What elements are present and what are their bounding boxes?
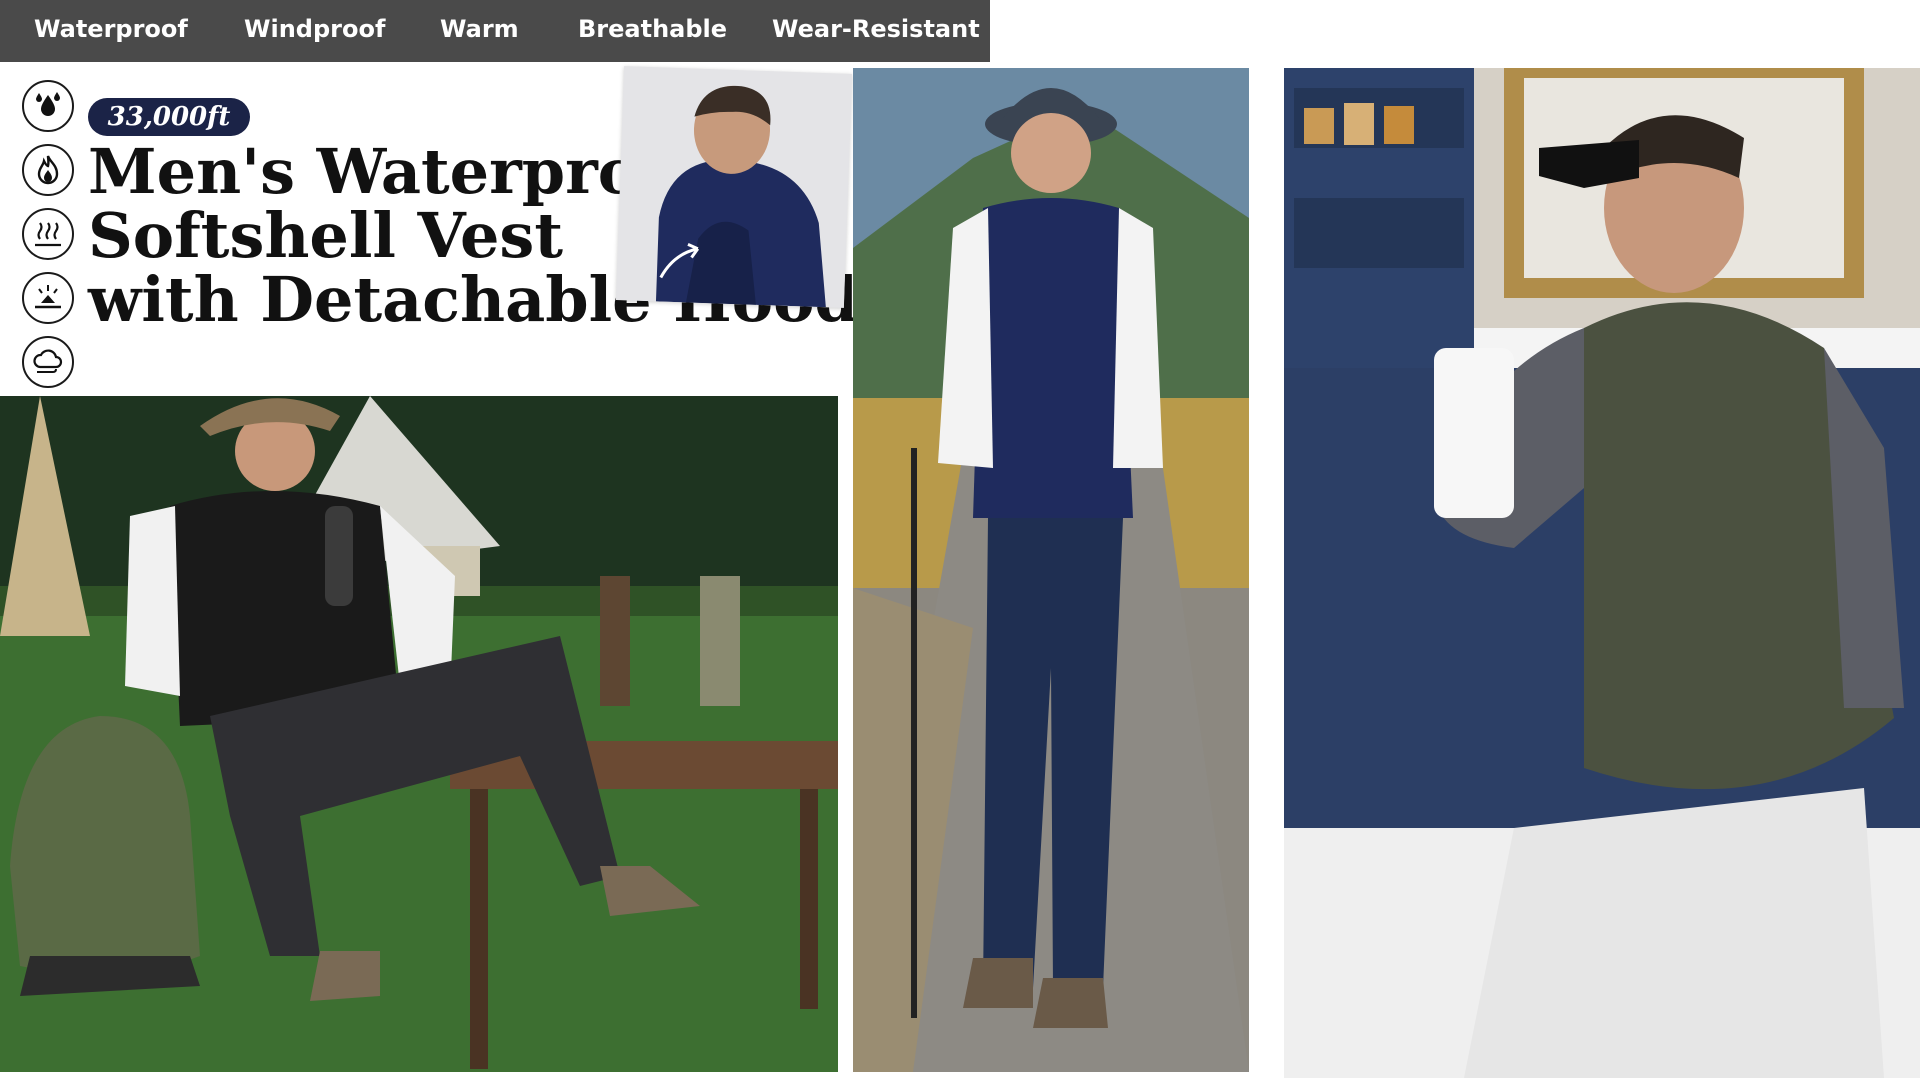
tab-waterproof: Waterproof xyxy=(34,15,188,43)
tab-wear-resistant: Wear-Resistant xyxy=(772,15,980,43)
camping-scene-image xyxy=(0,396,838,1072)
water-drops-icon xyxy=(22,80,74,132)
altitude-badge: 33,000ft xyxy=(88,98,250,136)
tab-breathable: Breathable xyxy=(578,15,728,43)
tab-warm: Warm xyxy=(440,15,519,43)
flame-icon xyxy=(22,144,74,196)
feature-tab-bar: Waterproof Windproof Warm Breathable Wea… xyxy=(0,0,990,62)
hood-detail-image xyxy=(615,66,853,308)
tab-windproof: Windproof xyxy=(244,15,386,43)
wear-resistant-icon xyxy=(22,272,74,324)
heat-waves-icon xyxy=(22,208,74,260)
cafe-scene-image xyxy=(1284,68,1920,1078)
trail-hiking-image xyxy=(853,68,1249,1072)
wind-cloud-icon xyxy=(22,336,74,388)
